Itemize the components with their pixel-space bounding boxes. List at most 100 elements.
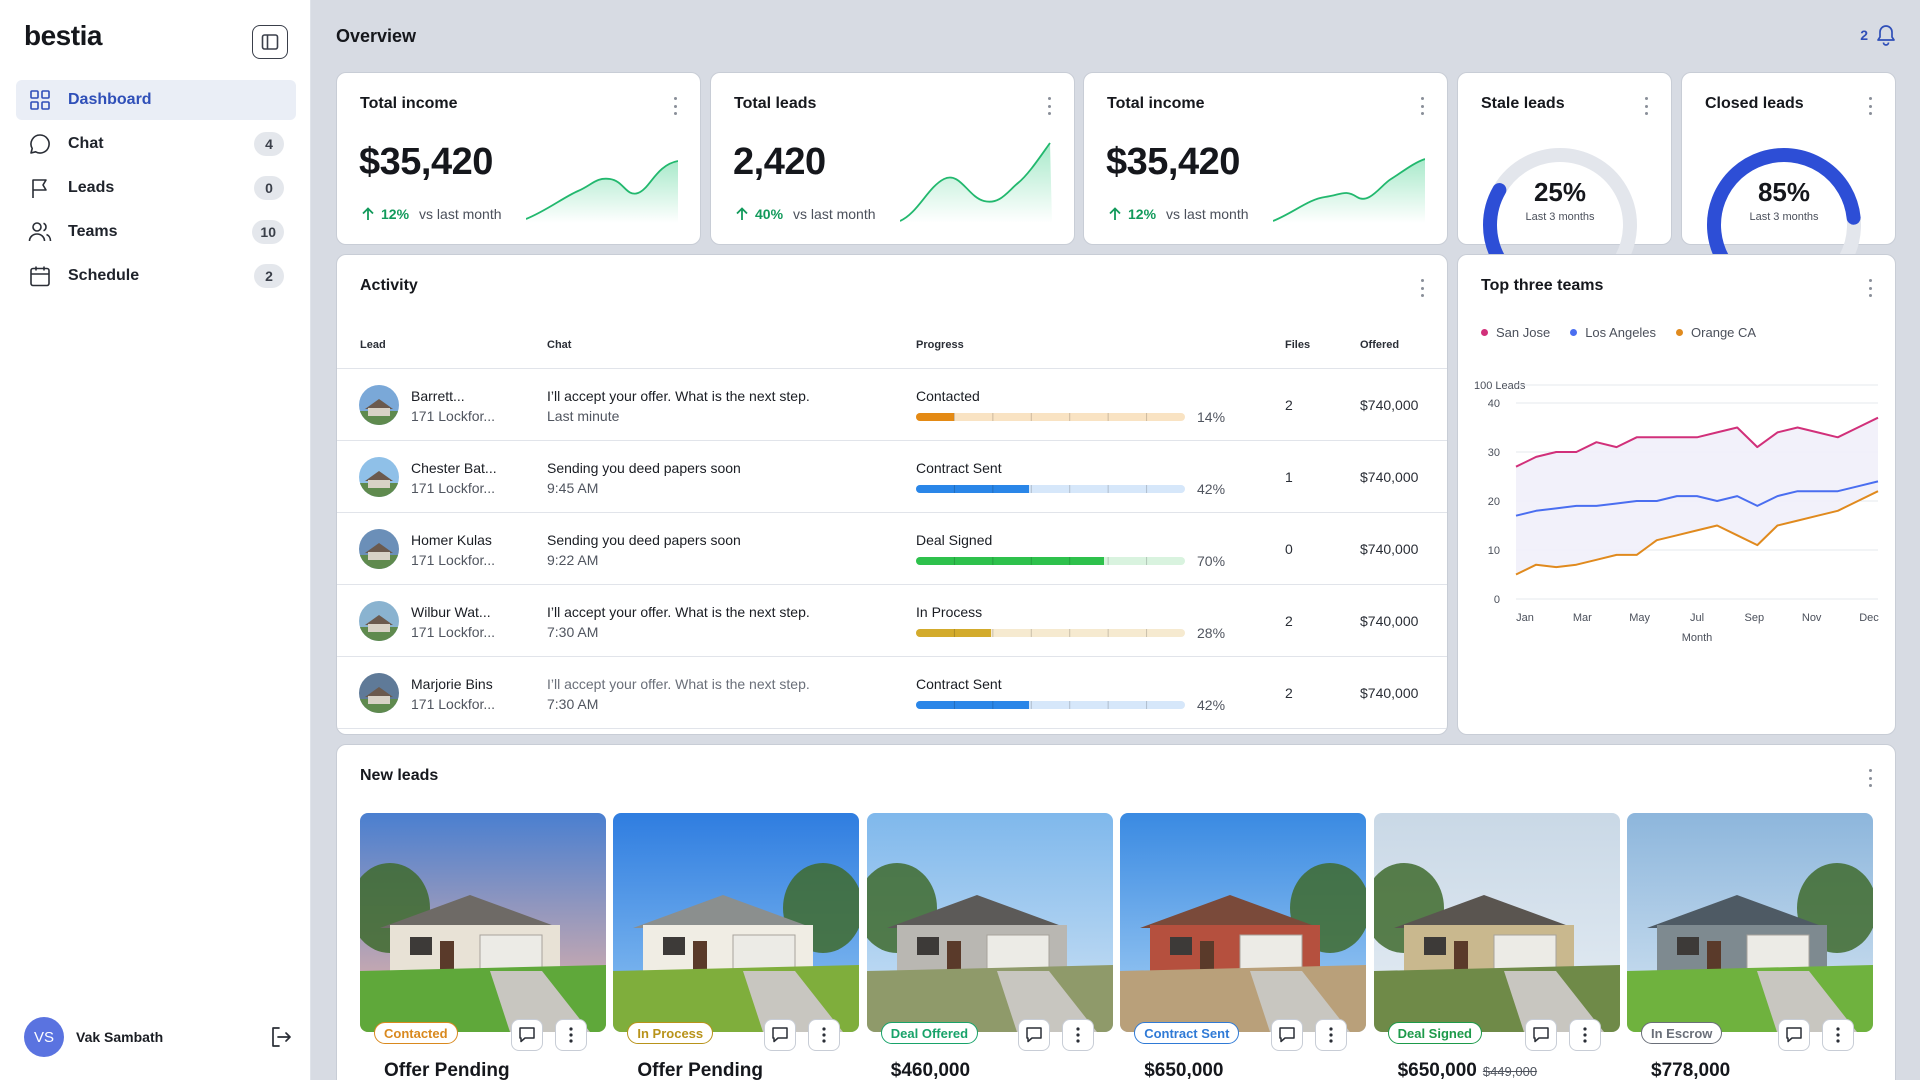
logout-button[interactable] (268, 1024, 294, 1050)
chat-icon (519, 1027, 535, 1043)
column-header-chat[interactable]: Chat (547, 339, 571, 351)
more-options-icon[interactable] (1867, 769, 1873, 787)
progress-percent: 14% (1197, 409, 1226, 425)
more-options-button[interactable] (1822, 1019, 1854, 1051)
price-value: Offer Pending (384, 1060, 510, 1080)
offered-amount: $740,000 (1360, 397, 1419, 413)
progress-bar (916, 629, 1185, 637)
chat-icon (28, 132, 52, 156)
more-options-button[interactable] (555, 1019, 587, 1051)
lead-price: Offer Pending (384, 1060, 510, 1080)
message-button[interactable] (1524, 1019, 1557, 1051)
more-options-icon[interactable] (672, 97, 678, 115)
sidebar-item-leads[interactable]: Leads 0 (16, 168, 296, 208)
sidebar-item-schedule[interactable]: Schedule 2 (16, 256, 296, 296)
more-options-icon[interactable] (1419, 97, 1425, 115)
lead-name[interactable]: Homer Kulas (411, 532, 492, 548)
legend-item-los-angeles[interactable]: Los Angeles (1570, 325, 1656, 340)
lead-address: 171 Lockfor... (411, 552, 496, 568)
progress-status: In Process (916, 604, 983, 620)
column-header-offered[interactable]: Offered (1360, 339, 1399, 351)
table-row[interactable]: Barrett... 171 Lockfor... I’ll accept yo… (337, 369, 1447, 441)
house-photo[interactable] (1120, 813, 1367, 1032)
message-button[interactable] (511, 1019, 543, 1051)
price-value: $650,000 (1144, 1060, 1224, 1080)
lead-name[interactable]: Chester Bat... (411, 460, 497, 476)
stat-card-total-income: Total income $35,420 12% vs last month (336, 72, 701, 245)
stat-value: $35,420 (359, 141, 493, 183)
more-options-icon[interactable] (1867, 279, 1873, 297)
price-value: Offer Pending (637, 1060, 764, 1080)
sidebar-item-dashboard[interactable]: Dashboard (16, 80, 296, 120)
table-row[interactable]: Wilbur Wat... 171 Lockfor... I’ll accept… (337, 585, 1447, 657)
grid-icon (28, 88, 52, 112)
sidebar-item-label: Dashboard (68, 91, 152, 108)
count-badge: 10 (252, 220, 284, 244)
x-tick-label: May (1629, 612, 1650, 624)
avatar[interactable]: VS (24, 1017, 64, 1057)
x-axis-label: Month (1682, 632, 1713, 644)
lead-name[interactable]: Barrett... (411, 388, 465, 404)
more-options-button[interactable] (1315, 1019, 1348, 1051)
chat-message[interactable]: Sending you deed papers soon (547, 460, 741, 476)
lead-name[interactable]: Wilbur Wat... (411, 604, 491, 620)
card-title: Closed leads (1705, 95, 1804, 112)
y-tick-label: 20 (1488, 496, 1500, 508)
lead-card[interactable]: In Escrow $778,000 (1627, 813, 1873, 1080)
house-photo[interactable] (613, 813, 860, 1032)
top-teams-card: Top three teams San Jose Los Angeles Ora… (1457, 254, 1896, 735)
chat-message[interactable]: I’ll accept your offer. What is the next… (547, 604, 810, 620)
progress-percent: 42% (1197, 481, 1226, 497)
collapse-sidebar-button[interactable] (252, 25, 288, 59)
house-photo[interactable] (1627, 813, 1873, 1032)
more-vertical-icon (1836, 1027, 1840, 1043)
more-options-button[interactable] (1061, 1019, 1094, 1051)
lead-address: 171 Lockfor... (411, 480, 496, 496)
message-button[interactable] (1778, 1019, 1810, 1051)
table-row[interactable]: Chester Bat... 171 Lockfor... Sending yo… (337, 441, 1447, 513)
column-header-progress[interactable]: Progress (916, 339, 964, 351)
y-tick-label: 30 (1488, 447, 1500, 459)
table-row[interactable]: Homer Kulas 171 Lockfor... Sending you d… (337, 513, 1447, 585)
sidebar-item-teams[interactable]: Teams 10 (16, 212, 296, 252)
legend-item-san-jose[interactable]: San Jose (1481, 325, 1550, 340)
gauge-value: 25% (1533, 177, 1587, 207)
chat-message[interactable]: Sending you deed papers soon (547, 532, 741, 548)
lead-name[interactable]: Marjorie Bins (411, 676, 493, 692)
more-options-button[interactable] (1568, 1019, 1601, 1051)
more-options-icon[interactable] (1643, 97, 1649, 115)
table-row[interactable]: Marjorie Bins 171 Lockfor... I’ll accept… (337, 657, 1447, 729)
column-header-files[interactable]: Files (1285, 339, 1310, 351)
house-photo[interactable] (866, 813, 1113, 1032)
house-photo[interactable] (360, 813, 606, 1032)
notifications-button[interactable]: 2 (1860, 24, 1896, 46)
more-options-icon[interactable] (1867, 97, 1873, 115)
message-button[interactable] (764, 1019, 797, 1051)
app-logo[interactable]: bestia (24, 20, 102, 52)
more-options-icon[interactable] (1046, 97, 1052, 115)
chat-time: 7:30 AM (547, 696, 599, 712)
lead-address: 171 Lockfor... (411, 696, 496, 712)
house-photo[interactable] (1373, 813, 1620, 1032)
lead-card[interactable]: In Process Offer Pending (613, 813, 860, 1080)
chat-message[interactable]: I’ll accept your offer. What is the next… (547, 388, 810, 404)
lead-card[interactable]: Contacted Offer Pending (360, 813, 606, 1080)
more-options-button[interactable] (808, 1019, 841, 1051)
delta-percent: 12% (1128, 206, 1157, 222)
page-title: Overview (336, 26, 417, 46)
message-button[interactable] (1271, 1019, 1304, 1051)
sidebar-item-chat[interactable]: Chat 4 (16, 124, 296, 164)
lead-card[interactable]: Deal Signed $650,000 $449,000 (1373, 813, 1620, 1080)
sparkline (526, 160, 678, 223)
lead-card[interactable]: Deal Offered $460,000 (866, 813, 1113, 1080)
progress-bar (916, 413, 1185, 421)
legend-item-orange-ca[interactable]: Orange CA (1676, 325, 1756, 340)
progress-percent: 28% (1197, 625, 1226, 641)
chat-message[interactable]: I’ll accept your offer. What is the next… (547, 676, 810, 692)
message-button[interactable] (1017, 1019, 1050, 1051)
more-options-icon[interactable] (1419, 279, 1425, 297)
column-header-lead[interactable]: Lead (360, 339, 386, 351)
lead-card[interactable]: Contract Sent $650,000 (1120, 813, 1367, 1080)
card-title: Total leads (734, 95, 817, 112)
progress-ticks (953, 413, 1148, 421)
